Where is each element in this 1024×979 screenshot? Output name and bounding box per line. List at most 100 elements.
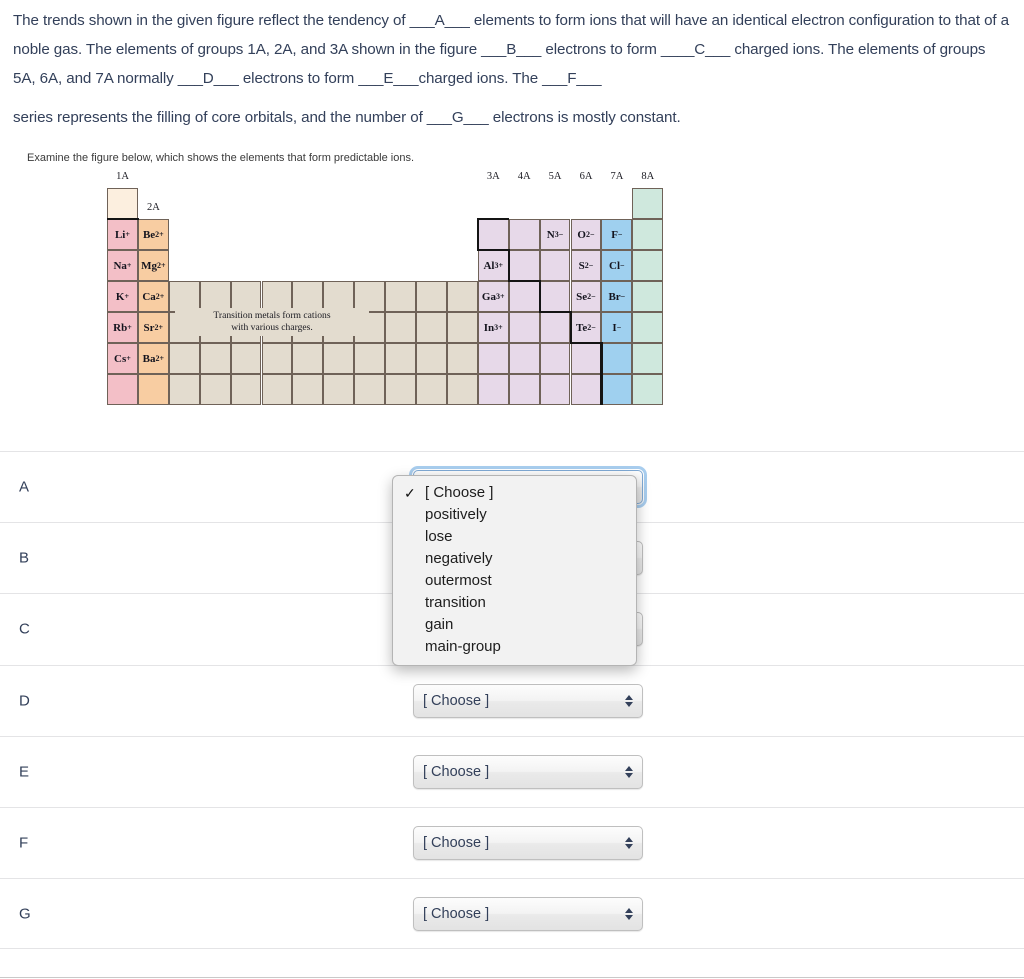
answer-row-E: E [ Choose ] — [0, 735, 1024, 807]
answer-row-D: D [ Choose ] — [0, 664, 1024, 736]
staircase-seg-v3 — [538, 280, 541, 312]
cell-group2a-ca: Ca 2+ — [137, 281, 169, 312]
select-wrapper-F: [ Choose ] — [413, 826, 643, 861]
cell-pblock — [508, 219, 540, 250]
answer-row-label-C: C — [19, 620, 30, 638]
staircase-seg-h4 — [538, 311, 571, 314]
dropdown-option-label: negatively — [425, 550, 493, 567]
cell-group8a — [632, 343, 664, 374]
dropdown-option-negatively[interactable]: negatively — [393, 548, 636, 570]
cell-transition-metal — [385, 281, 416, 312]
cell-group2a-blank — [137, 374, 169, 405]
cell-transition-metal — [323, 374, 355, 405]
checkmark-icon: ✓ — [404, 485, 416, 501]
cell-group8a — [632, 188, 664, 219]
select-stepper-icon-E[interactable] — [625, 765, 633, 778]
dropdown-option-choose[interactable]: ✓ [ Choose ] — [393, 482, 636, 504]
cell-group1a-cs: Cs + — [107, 343, 138, 374]
transition-note-line1: Transition metals form cations — [213, 310, 331, 321]
cell-transition-metal — [261, 343, 293, 374]
cell-group2a-sr: Sr 2+ — [137, 312, 169, 343]
cell-pblock-al: Al 3+ — [477, 250, 509, 281]
select-stepper-icon-D[interactable] — [625, 694, 633, 707]
dropdown-option-outermost[interactable]: outermost — [393, 570, 636, 592]
cell-group2a-be: Be 2+ — [137, 219, 169, 250]
cell-pblock-te: Te 2− — [570, 312, 602, 343]
cell-transition-metal — [323, 343, 355, 374]
periodic-table-figure: Examine the figure below, which shows th… — [0, 144, 1024, 444]
select-D[interactable]: [ Choose ] — [413, 683, 643, 718]
select-value-F: [ Choose ] — [423, 835, 490, 852]
cell-group7a — [601, 374, 633, 405]
staircase-seg-h3 — [507, 280, 540, 283]
group-label-5a: 5A — [548, 171, 562, 182]
transition-metals-note: Transition metals form cations with vario… — [178, 310, 366, 334]
periodic-table: Li + Na + K + Rb + Cs + Be 2+ Mg 2+ Ca 2+ Sr 2+ Ba 2+ Al 3+ Ga… — [107, 171, 673, 405]
cell-transition-metal — [446, 281, 478, 312]
cell-pblock — [508, 281, 540, 312]
dropdown-option-main-group[interactable]: main-group — [393, 636, 636, 658]
dropdown-option-positively[interactable]: positively — [393, 504, 636, 526]
group-label-8a: 8A — [641, 171, 655, 182]
answer-row-G: G [ Choose ] — [0, 878, 1024, 950]
select-F[interactable]: [ Choose ] — [413, 826, 643, 861]
cell-group1a-na: Na + — [107, 250, 138, 281]
cell-group8a — [632, 250, 664, 281]
cell-group8a — [632, 219, 664, 250]
question-paragraph-1: The trends shown in the given figure ref… — [13, 12, 1010, 87]
cell-group1a-blank — [107, 374, 138, 405]
cell-transition-metal — [230, 374, 262, 405]
cell-group2a-mg: Mg 2+ — [137, 250, 169, 281]
cell-hydrogen — [107, 188, 138, 219]
answer-row-label-E: E — [19, 763, 30, 781]
group-label-4a: 4A — [517, 171, 531, 182]
select-E[interactable]: [ Choose ] — [413, 754, 643, 789]
dropdown-option-label: outermost — [425, 572, 492, 589]
cell-transition-metal — [416, 281, 447, 312]
cell-pblock — [570, 374, 602, 405]
staircase-seg-v5 — [600, 342, 603, 405]
cell-group7a-cl: Cl − — [601, 250, 633, 281]
cell-transition-metal — [416, 312, 447, 343]
dropdown-option-label: [ Choose ] — [425, 484, 494, 501]
dropdown-option-gain[interactable]: gain — [393, 614, 636, 636]
staircase-seg-h2 — [476, 249, 509, 252]
question-paragraph-2: series represents the filling of core or… — [13, 109, 681, 126]
staircase-seg-v2 — [507, 249, 511, 281]
dropdown-option-label: gain — [425, 616, 454, 633]
dropdown-menu-A[interactable]: ✓ [ Choose ] positively lose negatively outer… — [392, 475, 637, 666]
dropdown-option-lose[interactable]: lose — [393, 526, 636, 548]
dropdown-option-label: transition — [425, 594, 486, 611]
cell-transition-metal — [292, 343, 324, 374]
question-prose: The trends shown in the given figure ref… — [13, 6, 1011, 132]
transition-note-rule-right — [374, 343, 408, 344]
select-stepper-icon-F[interactable] — [625, 837, 633, 850]
cell-transition-metal — [199, 343, 231, 374]
cell-group7a — [601, 343, 633, 374]
cell-pblock-s: S 2− — [570, 250, 602, 281]
cell-pblock-in: In 3+ — [477, 312, 509, 343]
page-bottom-divider — [0, 977, 1024, 978]
answer-row-label-A: A — [19, 478, 30, 496]
group-label-2a: 2A — [146, 202, 160, 213]
cell-group7a-i: I − — [601, 312, 633, 343]
answer-row-F: F [ Choose ] — [0, 806, 1024, 878]
rule-under-hydrogen — [107, 217, 139, 220]
select-value-G: [ Choose ] — [423, 905, 490, 922]
cell-transition-metal — [168, 343, 200, 374]
answer-row-label-F: F — [19, 834, 29, 852]
dropdown-option-transition[interactable]: transition — [393, 592, 636, 614]
cell-transition-metal — [385, 343, 416, 374]
answer-row-label-G: G — [19, 905, 31, 923]
cell-group7a-br: Br − — [601, 281, 633, 312]
select-G[interactable]: [ Choose ] — [413, 896, 643, 931]
cell-pblock — [570, 343, 602, 374]
cell-pblock — [539, 374, 571, 405]
select-value-E: [ Choose ] — [423, 763, 490, 780]
cell-transition-metal — [354, 343, 386, 374]
cell-group2a-ba: Ba 2+ — [137, 343, 169, 374]
cell-pblock — [508, 250, 540, 281]
cell-pblock-se: Se 2− — [570, 281, 602, 312]
group-label-3a: 3A — [486, 171, 500, 182]
select-stepper-icon-G[interactable] — [625, 907, 633, 920]
